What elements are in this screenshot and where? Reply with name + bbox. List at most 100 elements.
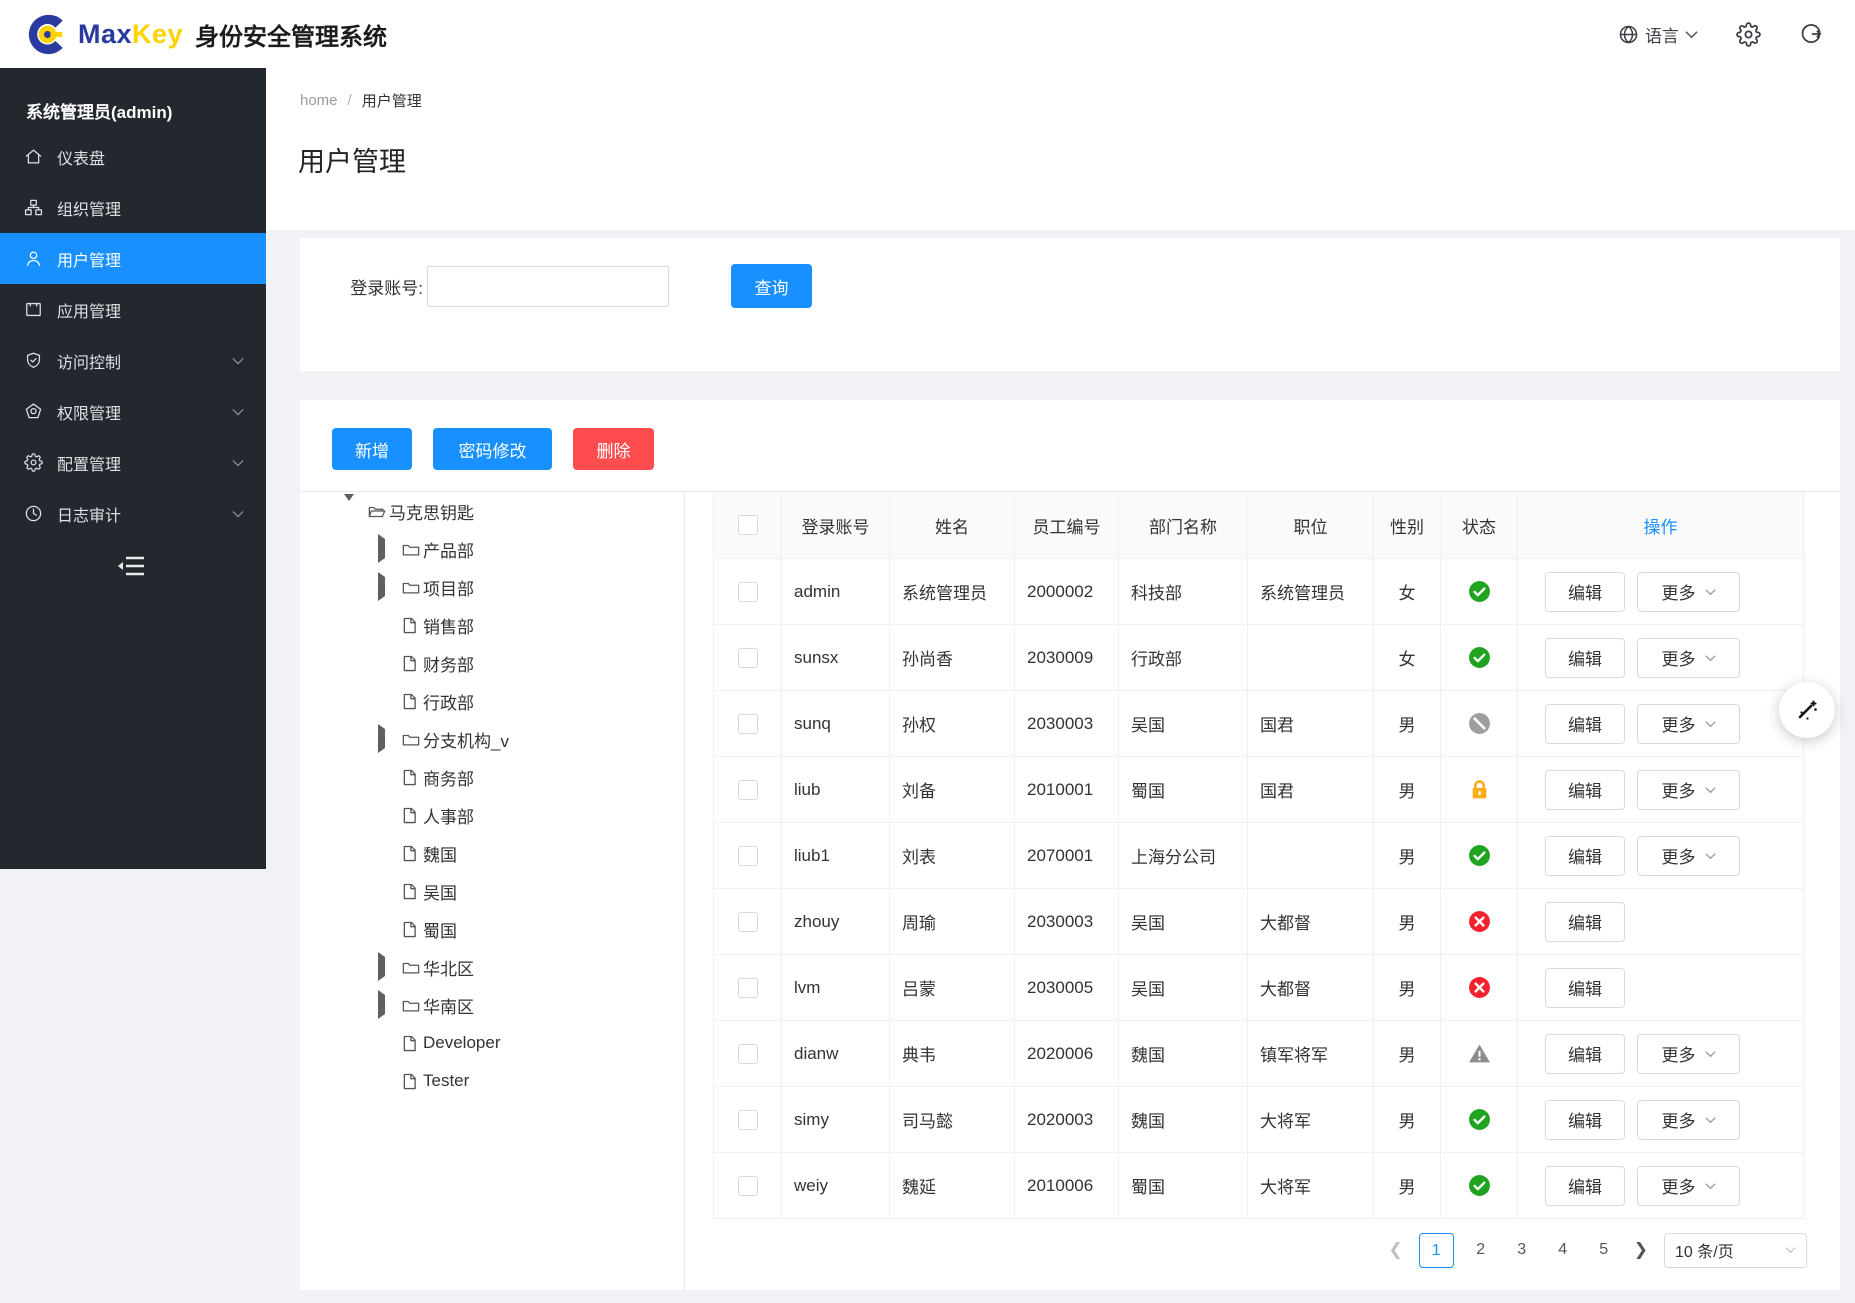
sidebar-item-access[interactable]: 访问控制 [0,335,266,386]
cell-employee-id: 2030003 [1015,691,1119,756]
chevron-down-icon [1685,30,1698,39]
sidebar-collapse-button[interactable] [117,554,145,578]
column-header-7[interactable]: 操作 [1518,492,1804,558]
add-button[interactable]: 新增 [332,428,412,470]
tree-node[interactable]: 商务部 [300,758,684,796]
edit-button[interactable]: 编辑 [1545,638,1625,678]
gear-icon [1736,22,1761,47]
edit-button[interactable]: 编辑 [1545,572,1625,612]
chevron-down-icon [1705,852,1716,860]
tree-expand-toggle[interactable] [378,995,389,1015]
page-5-button[interactable]: 5 [1590,1241,1618,1259]
sidebar-item-org[interactable]: 组织管理 [0,182,266,233]
tree-expand-toggle[interactable] [378,729,389,749]
cell-status [1441,889,1518,954]
page-size-select[interactable]: 10 条/页 [1664,1233,1807,1268]
row-checkbox[interactable] [738,1176,758,1196]
page-3-button[interactable]: 3 [1508,1241,1536,1259]
cell-actions: 编辑更多 [1518,1021,1804,1086]
row-checkbox[interactable] [738,648,758,668]
tree-node[interactable]: 行政部 [300,682,684,720]
cell-actions: 编辑 [1518,955,1804,1020]
tree-node[interactable]: 项目部 [300,568,684,606]
tree-node[interactable]: 分支机构_v [300,720,684,758]
tree-node[interactable]: 销售部 [300,606,684,644]
row-checkbox[interactable] [738,582,758,602]
edit-button[interactable]: 编辑 [1545,836,1625,876]
more-button[interactable]: 更多 [1637,770,1740,810]
edit-button[interactable]: 编辑 [1545,968,1625,1008]
language-selector[interactable]: 语言 [1618,22,1698,47]
tree-node[interactable]: 人事部 [300,796,684,834]
sidebar-item-app[interactable]: 应用管理 [0,284,266,335]
tree-node-label: 项目部 [423,575,474,600]
edit-button[interactable]: 编辑 [1545,1034,1625,1074]
cell-actions: 编辑更多 [1518,757,1804,822]
tree-node[interactable]: Tester [300,1062,684,1100]
cell-position: 大将军 [1248,1153,1374,1218]
sidebar-item-config[interactable]: 配置管理 [0,437,266,488]
next-page-button[interactable]: ❯ [1631,1240,1651,1260]
delete-button[interactable]: 删除 [573,428,654,470]
row-checkbox[interactable] [738,846,758,866]
more-button[interactable]: 更多 [1637,1034,1740,1074]
sidebar-item-label: 配置管理 [57,451,121,475]
tree-expand-toggle[interactable] [378,577,389,597]
tree-node[interactable]: 华北区 [300,948,684,986]
pagination: ❮ 12345 ❯ 10 条/页 [1386,1233,1808,1267]
sidebar-item-dashboard[interactable]: 仪表盘 [0,131,266,182]
edit-button[interactable]: 编辑 [1545,1100,1625,1140]
cell-account: simy [782,1087,890,1152]
tree-expand-toggle[interactable] [378,539,389,559]
tree-expand-toggle[interactable] [378,957,389,977]
row-checkbox[interactable] [738,978,758,998]
sidebar-item-user[interactable]: 用户管理 [0,233,266,284]
page-1-button[interactable]: 1 [1419,1233,1454,1268]
settings-button[interactable] [1736,22,1761,47]
folder-icon [402,731,420,748]
tree-node[interactable]: 蜀国 [300,910,684,948]
more-button[interactable]: 更多 [1637,836,1740,876]
breadcrumb-home[interactable]: home [300,92,338,109]
cell-status [1441,625,1518,690]
prev-page-button[interactable]: ❮ [1386,1240,1406,1260]
logout-button[interactable] [1799,22,1823,46]
row-checkbox[interactable] [738,1110,758,1130]
edit-button[interactable]: 编辑 [1545,1166,1625,1206]
tree-node[interactable]: Developer [300,1024,684,1062]
tree-node[interactable]: 魏国 [300,834,684,872]
tree-node[interactable]: 华南区 [300,986,684,1024]
edit-button[interactable]: 编辑 [1545,770,1625,810]
tree-node[interactable]: 产品部 [300,530,684,568]
floating-widget-button[interactable] [1779,682,1835,738]
more-button[interactable]: 更多 [1637,572,1740,612]
sidebar-item-permission[interactable]: 权限管理 [0,386,266,437]
tree-collapse-toggle[interactable] [344,501,355,521]
more-button[interactable]: 更多 [1637,638,1740,678]
tree-node[interactable]: 吴国 [300,872,684,910]
row-checkbox[interactable] [738,714,758,734]
row-checkbox[interactable] [738,1044,758,1064]
tree-node-label: 马克思钥匙 [389,499,474,524]
page-2-button[interactable]: 2 [1467,1241,1495,1259]
row-checkbox[interactable] [738,912,758,932]
more-button[interactable]: 更多 [1637,1100,1740,1140]
sidebar-item-audit[interactable]: 日志审计 [0,488,266,539]
tree-node[interactable]: 马克思钥匙 [300,492,684,530]
cell-department: 蜀国 [1119,1153,1248,1218]
tree-node[interactable]: 财务部 [300,644,684,682]
select-all-checkbox[interactable] [738,515,758,535]
row-checkbox[interactable] [738,780,758,800]
change-password-button[interactable]: 密码修改 [433,428,552,470]
login-account-input[interactable] [427,266,669,307]
edit-button[interactable]: 编辑 [1545,704,1625,744]
edit-button[interactable]: 编辑 [1545,902,1625,942]
page-4-button[interactable]: 4 [1549,1241,1577,1259]
query-button[interactable]: 查询 [731,264,812,308]
more-button[interactable]: 更多 [1637,704,1740,744]
login-account-label: 登录账号: [328,274,423,299]
cell-department: 吴国 [1119,889,1248,954]
chevron-down-icon [1705,720,1716,728]
more-button[interactable]: 更多 [1637,1166,1740,1206]
cell-status [1441,955,1518,1020]
